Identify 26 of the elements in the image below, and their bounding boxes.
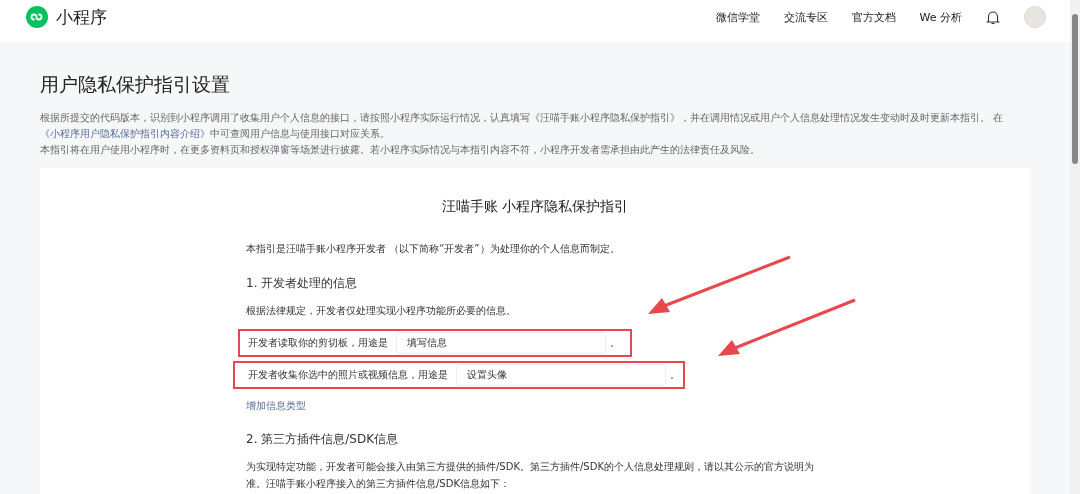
intro-text: 根据所提交的代码版本，识别到小程序调用了收集用户个人信息的接口，请按照小程序实际运行情况，认真填写《汪喵手账小程序隐私保护指引》，并在调用情况或用户个人信息处理情况发生变动时及时更新本指引。 在 《小程序用户隐私保护指引内容介绍》中可查阅用户信息与使用接口对应关系。 [40, 111, 1005, 141]
bell-icon[interactable] [986, 9, 1000, 25]
nav-link[interactable]: We 分析 [919, 9, 962, 25]
purpose-field[interactable]: 设置头像 [456, 364, 666, 386]
guide-lead-text: 本指引是汪喵手账小程序开发者 （以下简称“开发者”）为处理你的个人信息而制定。 [246, 242, 621, 256]
section-heading: 2. 第三方插件信息/SDK信息 [246, 431, 400, 448]
scrollbar-thumb[interactable] [1072, 14, 1078, 164]
section-text: 根据法律规定，开发者仅处理实现小程序功能所必要的信息。 [246, 304, 517, 318]
add-info-type-link[interactable]: 增加信息类型 [246, 399, 306, 413]
purpose-field[interactable]: 填写信息 [396, 332, 606, 354]
sentence-end: 。 [610, 336, 620, 350]
guide-intro-link[interactable]: 《小程序用户隐私保护指引内容介绍》 [40, 128, 210, 139]
section-heading: 1. 开发者处理的信息 [246, 275, 359, 292]
guide-title: 汪喵手账 小程序隐私保护指引 [440, 198, 630, 216]
row-label: 开发者收集你选中的照片或视频信息，用途是 [248, 368, 448, 382]
notice-text: 本指引将在用户使用小程序时，在更多资料页和授权弹窗等场景进行披露。若小程序实际情况与本指引内容不符，小程序开发者需承担由此产生的法律责任及风险。 [40, 143, 761, 157]
nav-link[interactable]: 交流专区 [783, 9, 828, 25]
nav-link[interactable]: 官方文档 [851, 9, 896, 25]
page-title: 用户隐私保护指引设置 [40, 72, 231, 97]
section-text: 为实现特定功能，开发者可能会接入由第三方提供的插件/SDK。第三方插件/SDK的个人信息处理规则，请以其公示的官方说明为准。汪喵手账小程序接入的第三方插件信息/SDK信息如下： [246, 460, 815, 491]
row-label: 开发者读取你的剪切板，用途是 [248, 336, 388, 350]
sentence-end: 。 [670, 368, 680, 382]
logo-icon [26, 6, 48, 28]
scrollbar[interactable] [1070, 0, 1080, 494]
nav-link[interactable]: 微信学堂 [715, 9, 760, 25]
logo-text: 小程序 [56, 5, 107, 29]
